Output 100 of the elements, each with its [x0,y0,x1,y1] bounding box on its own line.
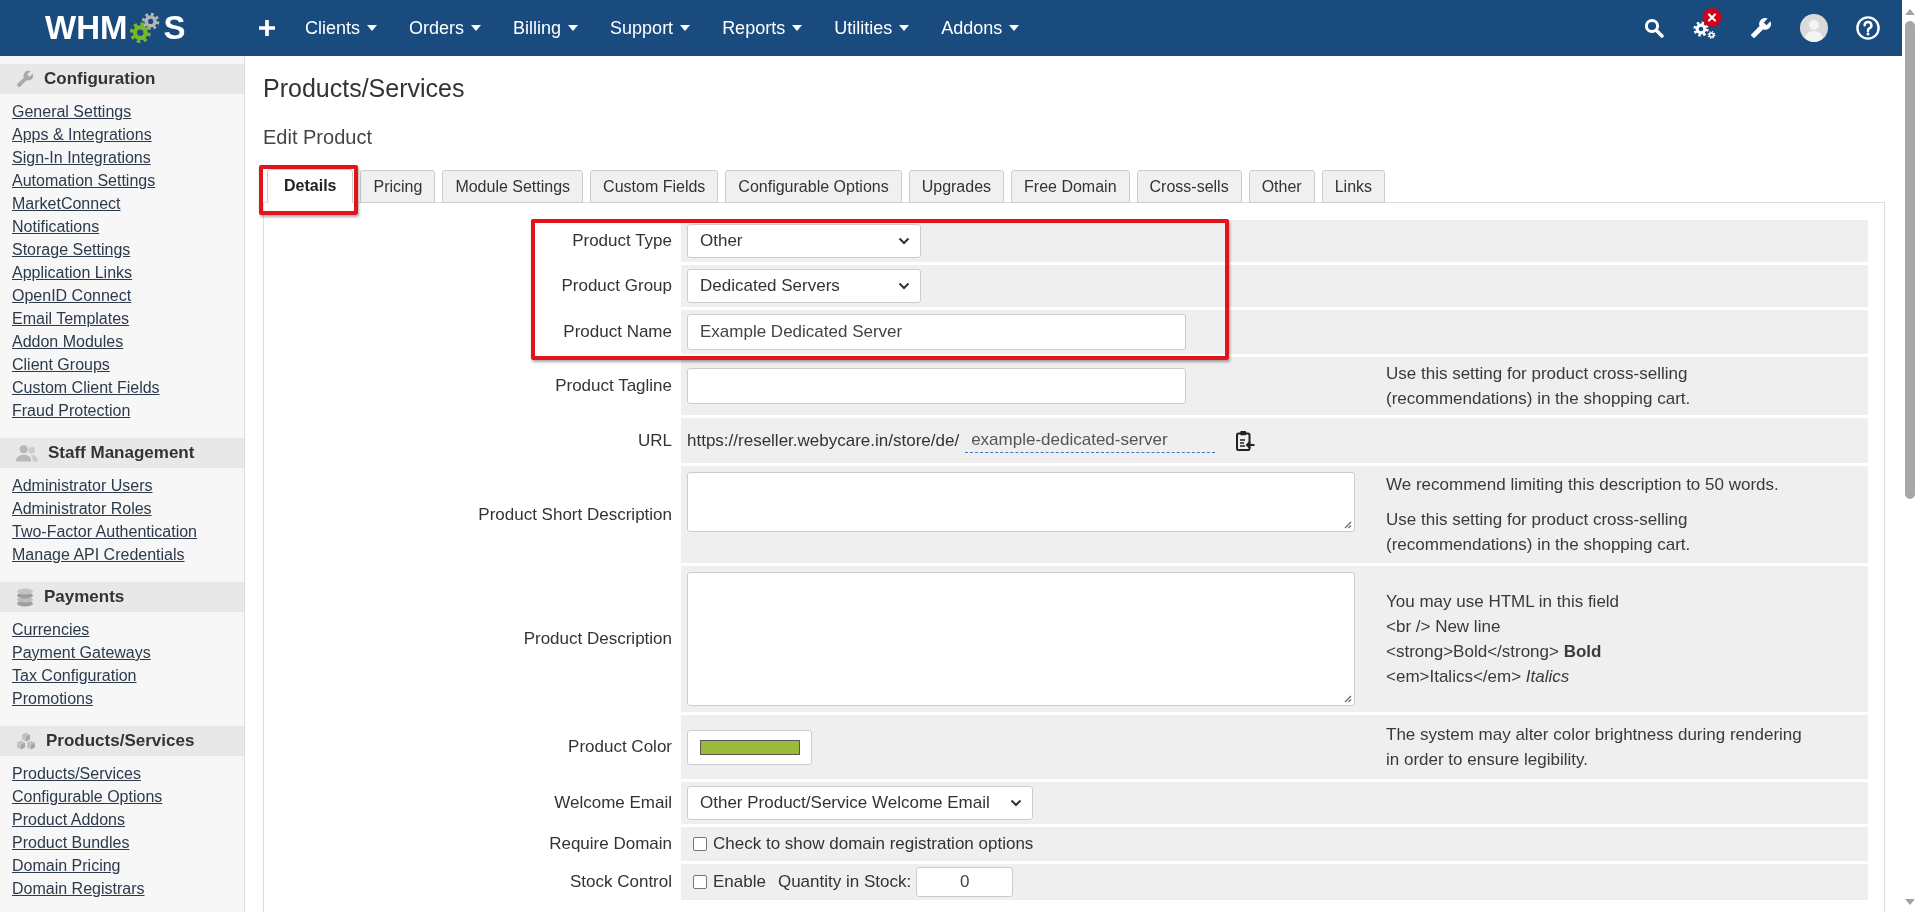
chevron-down-icon [1009,799,1022,807]
menu-button[interactable]: Clients [289,0,394,56]
number-field[interactable]: 0 [916,867,1014,897]
menu-button[interactable]: Billing [497,0,595,56]
tab[interactable]: Upgrades [908,170,1005,203]
sidebar-link[interactable]: Product Addons [12,808,125,831]
field-label: Quantity in Stock: [777,871,912,893]
field-label: Product Description [523,628,672,650]
menu-button[interactable]: Addons [925,0,1036,56]
sidebar-link[interactable]: Client Groups [12,353,110,376]
text-field[interactable]: Example Dedicated Server [687,314,1186,350]
dropdown[interactable]: Other Product/Service Welcome Email [687,786,1033,820]
sidebar-link[interactable]: Product Bundles [12,831,130,854]
sidebar-link[interactable]: Currencies [12,618,90,641]
url-prefix: https://reseller.webycare.in/store/de/ [687,429,960,452]
menu-button[interactable]: Orders [393,0,498,56]
sidebar-link[interactable]: Application Links [12,261,133,284]
caret-icon [471,25,482,31]
section-title: Payments [44,586,125,608]
dropdown[interactable]: Dedicated Servers [687,269,921,303]
dropdown[interactable]: Other [687,224,921,258]
sidebar-link[interactable]: Administrator Roles [12,497,152,520]
slug-field[interactable]: example-dedicated-server [965,428,1216,453]
page-title: Products/Services [263,73,465,104]
avatar-icon[interactable] [1800,14,1828,42]
tab[interactable]: Links [1321,170,1386,203]
checkbox-label: Check to show domain registration options [713,833,1034,855]
caret-icon [792,25,803,31]
sidebar-link[interactable]: Configurable Options [12,785,163,808]
chevron-down-icon [898,282,910,290]
cubes-icon [16,732,36,750]
resize-grip-icon [1342,519,1352,529]
checkbox[interactable] [693,837,707,851]
text-field[interactable] [687,368,1186,404]
tab[interactable]: Details [267,169,354,203]
sidebar-link[interactable]: Manage API Credentials [12,543,185,566]
caret-icon [568,25,579,31]
field-label: URL [638,429,672,452]
textarea-field[interactable] [687,572,1355,706]
gears-icon[interactable] [1692,8,1722,40]
sidebar-link[interactable]: Sign-In Integrations [12,146,151,169]
caret-icon [367,25,378,31]
menu-button[interactable]: Support [594,0,707,56]
caret-icon [680,25,691,31]
clipboard-icon[interactable] [1235,429,1256,452]
tab[interactable]: Pricing [360,170,436,203]
color-picker-field[interactable] [687,729,812,765]
help-icon[interactable] [1856,16,1880,40]
tab[interactable]: Module Settings [442,170,584,203]
menu-button[interactable]: Utilities [818,0,926,56]
tab[interactable]: Custom Fields [590,170,719,203]
section-title: Configuration [44,68,156,90]
wrench-icon[interactable] [1750,17,1772,39]
field-label: Stock Control [569,871,672,893]
logo[interactable]: WHM S [45,10,186,46]
search-icon[interactable] [1644,18,1664,38]
sidebar-link[interactable]: Notifications [12,215,100,238]
sidebar-link[interactable]: Domain Pricing [12,854,121,877]
sidebar-link[interactable]: Tax Configuration [12,664,137,687]
sidebar-link[interactable]: Fraud Protection [12,399,131,422]
checkbox[interactable] [693,875,707,889]
sidebar-link[interactable]: Administrator Users [12,474,153,497]
users-icon [16,444,38,462]
sidebar-link[interactable]: Domain Registrars [12,877,145,900]
sidebar-link[interactable]: General Settings [12,100,132,123]
sidebar-link[interactable]: Storage Settings [12,238,131,261]
sidebar-link[interactable]: Payment Gateways [12,641,151,664]
help-text: Use this setting for product cross-selling (recommendations) in the shopping cart. [1386,363,1692,410]
tab[interactable]: Cross-sells [1136,170,1242,203]
menu-button[interactable]: Reports [706,0,819,56]
sidebar-link[interactable]: Custom Client Fields [12,376,160,399]
help-text: The system may alter color brightness during rendering in order to ensure legibility. [1386,724,1803,771]
sidebar-link[interactable]: MarketConnect [12,192,121,215]
sidebar-link[interactable]: Addon Modules [12,330,124,353]
scrollbar-thumb[interactable] [1905,21,1915,499]
checkbox-label: Enable [713,871,766,893]
tab[interactable]: Configurable Options [725,170,902,203]
field-label: Require Domain [549,833,672,855]
sidebar-link[interactable]: Email Templates [12,307,130,330]
sidebar-link[interactable]: Promotions [12,687,93,710]
caret-icon [1009,25,1020,31]
sidebar-link[interactable]: Apps & Integrations [12,123,152,146]
section-title: Staff Management [48,442,195,464]
section-title: Products/Services [46,730,195,752]
sidebar-link[interactable]: Automation Settings [12,169,156,192]
sidebar-link[interactable]: OpenID Connect [12,284,132,307]
field-label: Product Tagline [555,375,672,397]
wrench-icon [16,70,34,88]
help-text: You may use HTML in this field <br /> New line <strong>Bold</strong> Bold <em>Italics</em> Italics [1386,591,1621,688]
tab[interactable]: Other [1248,170,1315,203]
sidebar-link[interactable]: Two-Factor Authentication [12,520,197,543]
tab[interactable]: Free Domain [1011,170,1130,203]
textarea-field[interactable] [687,472,1355,532]
field-label: Product Name [563,321,672,343]
field-label: Product Type [572,230,672,252]
page-subtitle: Edit Product [263,125,372,150]
sidebar-link[interactable]: Products/Services [12,762,141,785]
plus-icon[interactable] [259,20,275,36]
help-text: Use this setting for product cross-selling (recommendations) in the shopping cart. [1386,509,1692,556]
caret-icon [899,25,910,31]
